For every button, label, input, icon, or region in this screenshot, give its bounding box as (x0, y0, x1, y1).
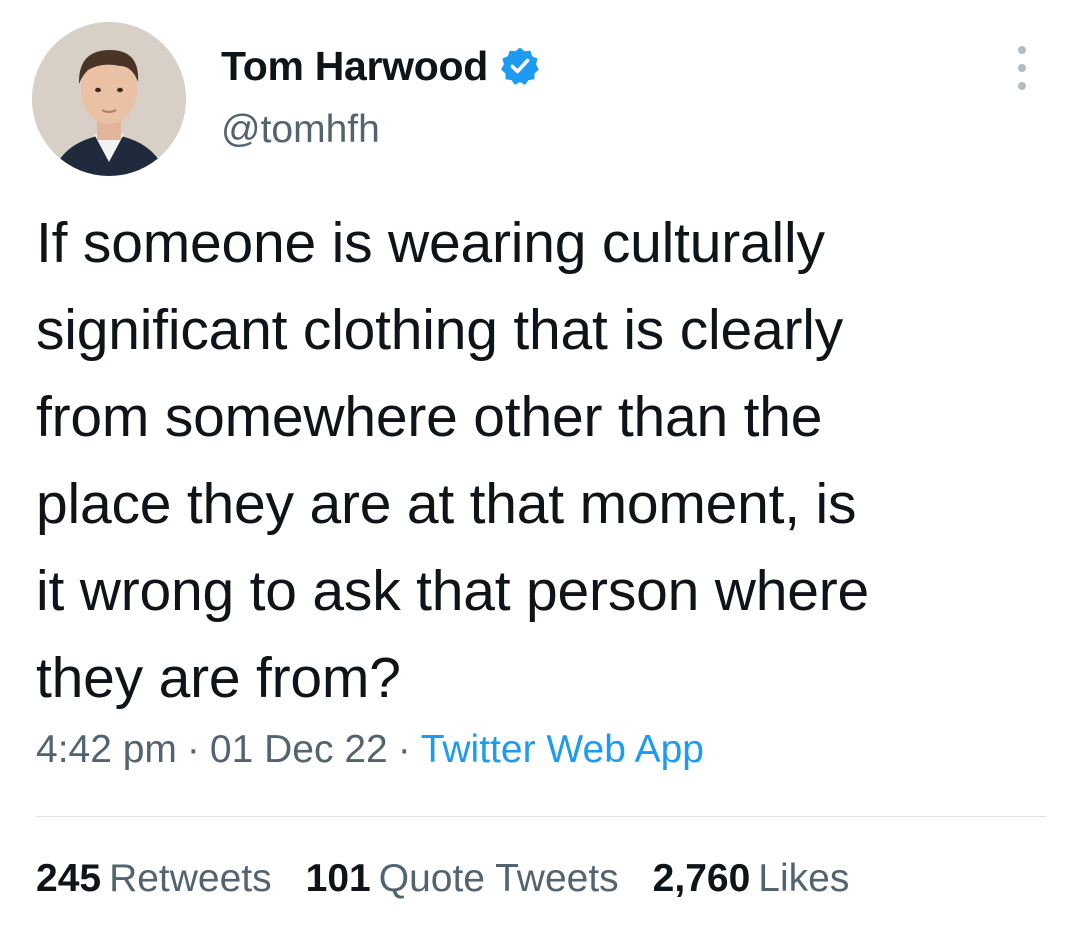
retweets-count: 245 (36, 857, 102, 900)
meta-separator: · (397, 728, 411, 771)
tweet-date[interactable]: 01 Dec 22 (210, 728, 388, 771)
meta-separator: · (186, 728, 200, 771)
author-display-name[interactable]: Tom Harwood (221, 43, 488, 90)
more-dot-icon (1018, 64, 1026, 72)
tweet-text: If someone is wearing culturally signifi… (36, 200, 1066, 722)
divider (36, 816, 1046, 817)
tweet-stats: 245 Retweets 101 Quote Tweets 2,760 Likes (36, 857, 883, 901)
likes-stat[interactable]: 2,760 Likes (653, 857, 850, 901)
tweet-text-line: significant clothing that is clearly (36, 298, 844, 362)
avatar[interactable] (32, 22, 186, 176)
tweet-text-line: from somewhere other than the (36, 385, 823, 449)
likes-count: 2,760 (652, 857, 751, 900)
retweets-label: Retweets (109, 857, 272, 900)
tweet-text-line: place they are at that moment, is (36, 472, 857, 536)
tweet-text-line: If someone is wearing culturally (36, 211, 825, 275)
profile-photo (32, 22, 186, 176)
tweet-source-link[interactable]: Twitter Web App (421, 728, 704, 771)
author-handle[interactable]: @tomhfh (221, 108, 380, 152)
likes-label: Likes (758, 857, 850, 900)
more-options-icon[interactable] (1004, 46, 1040, 90)
quote-tweets-count: 101 (305, 857, 371, 900)
tweet-time[interactable]: 4:42 pm (36, 728, 177, 771)
more-dot-icon (1018, 46, 1026, 54)
quote-tweets-label: Quote Tweets (378, 857, 619, 900)
more-dot-icon (1018, 82, 1026, 90)
tweet-text-line: it wrong to ask that person where (36, 559, 870, 623)
retweets-stat[interactable]: 245 Retweets (36, 857, 272, 901)
author-name-row: Tom Harwood (221, 38, 540, 94)
tweet-meta: 4:42 pm · 01 Dec 22 · Twitter Web App (36, 728, 704, 772)
verified-badge-icon[interactable] (500, 46, 540, 86)
tweet-text-line: they are from? (36, 646, 401, 710)
quote-tweets-stat[interactable]: 101 Quote Tweets (306, 857, 619, 901)
